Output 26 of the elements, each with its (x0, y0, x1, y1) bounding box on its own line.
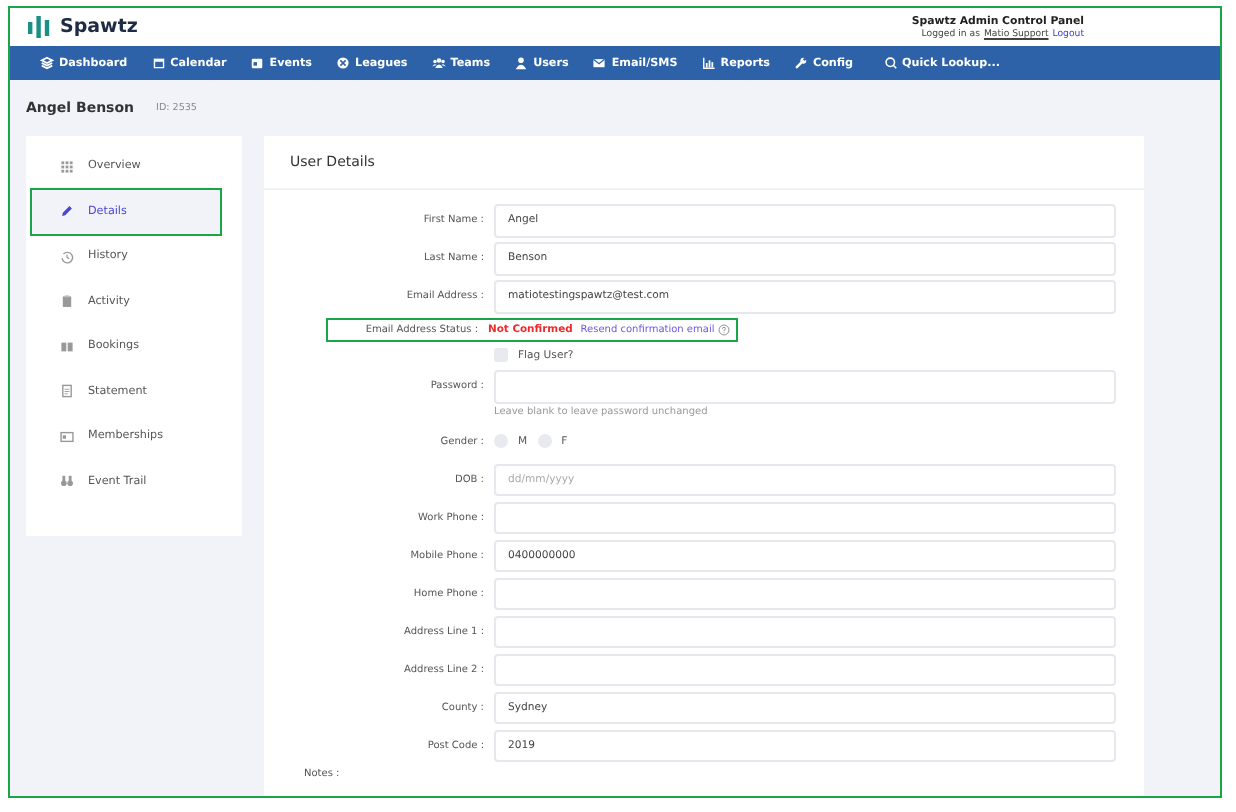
envelope-icon (592, 56, 607, 70)
ball-icon (336, 56, 350, 70)
text-field[interactable] (494, 615, 1116, 648)
pencil-icon (60, 204, 74, 219)
wrench-icon (793, 56, 808, 70)
text-field[interactable] (494, 501, 1116, 534)
book-icon (60, 339, 74, 354)
people-icon (431, 56, 446, 70)
layers-icon (40, 56, 54, 70)
search-icon (884, 56, 899, 70)
person-icon (514, 56, 529, 70)
id-card-icon (60, 429, 74, 444)
text-field[interactable] (494, 653, 1116, 686)
document-icon (60, 384, 74, 399)
calendar-icon (250, 56, 265, 70)
logo-text: Spawtz (60, 16, 138, 38)
text-field[interactable] (494, 577, 1116, 610)
grid-icon (60, 159, 74, 174)
clipboard-icon (60, 294, 74, 309)
logo-icon (28, 16, 52, 38)
bar-chart-icon (701, 56, 716, 70)
help-icon (718, 323, 731, 335)
binoculars-icon (60, 474, 74, 489)
password-field[interactable] (494, 370, 1116, 403)
history-icon (60, 249, 74, 264)
calendar-icon (151, 56, 166, 70)
